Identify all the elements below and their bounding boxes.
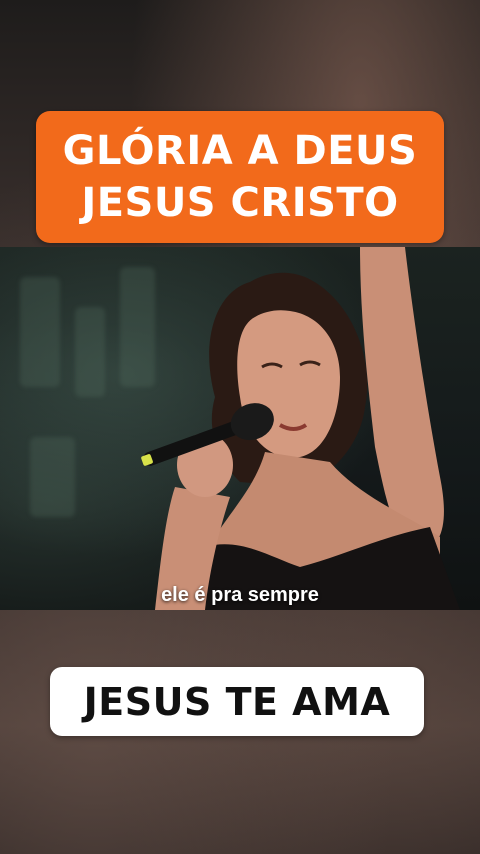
title-line-2: JESUS CRISTO <box>81 180 399 226</box>
title-banner: GLÓRIA A DEUS JESUS CRISTO <box>36 111 444 243</box>
title-line-1: GLÓRIA A DEUS <box>62 128 418 174</box>
video-player[interactable] <box>0 247 480 610</box>
singer-image <box>141 247 460 610</box>
video-subtitle: ele é pra sempre <box>161 584 319 606</box>
message-banner: JESUS TE AMA <box>50 667 424 736</box>
message-text: JESUS TE AMA <box>83 679 391 724</box>
